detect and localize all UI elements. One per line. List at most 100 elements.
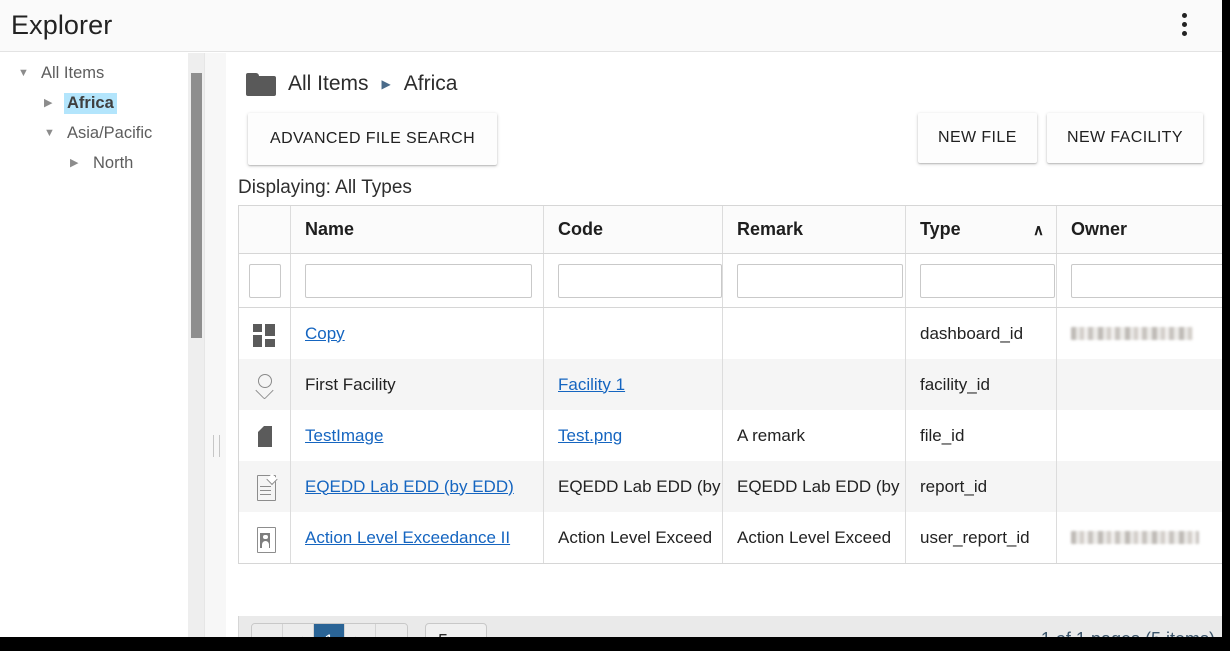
sidebar-tree-panel: ▼ All Items ▶ Africa ▼ Asia/Pacific ▶ No… — [0, 53, 188, 637]
name-link[interactable]: EQEDD Lab EDD (by EDD) — [305, 477, 514, 497]
breadcrumb-item-all-items[interactable]: All Items — [288, 72, 369, 96]
title-bar: Explorer — [0, 0, 1222, 52]
sort-ascending-icon[interactable]: ∧ — [1033, 221, 1044, 239]
filter-cell-owner — [1057, 254, 1222, 307]
cell-code: Test.png — [544, 410, 723, 461]
tree-item-africa[interactable]: ▶ Africa — [0, 88, 180, 118]
displaying-label: Displaying: All Types — [238, 177, 412, 198]
facility-pin-icon — [253, 372, 277, 398]
new-file-button[interactable]: NEW FILE — [918, 113, 1037, 163]
chevron-right-icon[interactable]: ▶ — [44, 97, 60, 109]
document-icon — [253, 473, 277, 501]
window-frame: Explorer ▼ All Items ▶ Africa ▼ Asia/Pac… — [0, 0, 1222, 637]
main-content: All Items ▶ Africa ADVANCED FILE SEARCH … — [226, 53, 1222, 637]
cell-type: user_report_id — [906, 512, 1057, 563]
cell-code: Action Level Exceed — [544, 512, 723, 563]
kebab-menu-icon[interactable] — [1172, 13, 1196, 39]
table-row[interactable]: Action Level Exceedance II Action Level … — [239, 512, 1222, 563]
tree-item-label: North — [93, 153, 134, 172]
name-link[interactable]: Copy — [305, 324, 345, 344]
name-filter-input[interactable] — [305, 263, 532, 298]
tree-item-north[interactable]: ▶ North — [0, 148, 180, 178]
cell-type: dashboard_id — [906, 308, 1057, 359]
column-header-remark[interactable]: Remark — [723, 206, 906, 253]
column-header-code[interactable]: Code — [544, 206, 723, 253]
pagination-bar: ⏮ ◀ 1 ▶ ⏭ 5 1 of 1 pages (5 items) — [238, 616, 1222, 637]
cell-type: file_id — [906, 410, 1057, 461]
filter-cell-remark — [723, 254, 906, 307]
cell-name: Copy — [291, 308, 544, 359]
code-link[interactable]: Test.png — [558, 426, 622, 446]
kebab-dot — [1181, 31, 1187, 36]
redacted-owner-value — [1071, 327, 1193, 340]
select-all-filter-input[interactable] — [248, 263, 281, 298]
cell-owner — [1057, 359, 1222, 410]
code-link[interactable]: Facility 1 — [558, 375, 625, 395]
next-page-button[interactable]: ▶ — [345, 624, 376, 637]
cell-name: EQEDD Lab EDD (by EDD) — [291, 461, 544, 512]
chevron-right-icon[interactable]: ▶ — [70, 157, 86, 169]
page-size-select[interactable]: 5 — [425, 623, 487, 637]
cell-remark — [723, 308, 906, 359]
tree-item-label: Africa — [64, 92, 117, 114]
cell-name: First Facility — [291, 359, 544, 410]
filter-cell-code — [544, 254, 723, 307]
first-page-button[interactable]: ⏮ — [252, 624, 283, 637]
chevron-down-icon[interactable]: ▼ — [44, 127, 60, 139]
breadcrumb: All Items ▶ Africa — [246, 67, 457, 101]
filter-cell-type — [906, 254, 1057, 307]
explorer-window: Explorer ▼ All Items ▶ Africa ▼ Asia/Pac… — [0, 0, 1230, 651]
advanced-file-search-button[interactable]: ADVANCED FILE SEARCH — [248, 113, 498, 165]
chevron-down-icon[interactable]: ▼ — [18, 67, 34, 79]
code-filter-input[interactable] — [558, 263, 722, 298]
name-link[interactable]: Action Level Exceedance II — [305, 528, 510, 548]
user-report-icon — [253, 525, 277, 553]
tree-item-asia-pacific[interactable]: ▼ Asia/Pacific — [0, 118, 180, 148]
owner-filter-input[interactable] — [1071, 263, 1222, 298]
cell-remark: EQEDD Lab EDD (by — [723, 461, 906, 512]
type-filter-input[interactable] — [920, 263, 1055, 298]
tree-item-all-items[interactable]: ▼ All Items — [0, 58, 180, 88]
column-header-type-label: Type — [920, 219, 961, 239]
cell-type: report_id — [906, 461, 1057, 512]
page-size-value: 5 — [438, 631, 448, 638]
column-header-name[interactable]: Name — [291, 206, 544, 253]
tree-item-label: Asia/Pacific — [67, 123, 153, 142]
last-page-button[interactable]: ⏭ — [376, 624, 407, 637]
sidebar-scrollbar-thumb[interactable] — [191, 73, 202, 338]
chevron-right-icon: ▶ — [381, 77, 391, 91]
page-number-button[interactable]: 1 — [314, 624, 345, 637]
cell-owner — [1057, 512, 1222, 563]
kebab-dot — [1181, 13, 1187, 18]
table-row[interactable]: EQEDD Lab EDD (by EDD) EQEDD Lab EDD (by… — [239, 461, 1222, 512]
panel-splitter[interactable] — [204, 53, 226, 637]
cell-owner — [1057, 461, 1222, 512]
splitter-grip-icon[interactable] — [213, 435, 220, 457]
page-title: Explorer — [11, 10, 113, 40]
name-link[interactable]: TestImage — [305, 426, 383, 446]
table-row[interactable]: Copy dashboard_id — [239, 308, 1222, 359]
grid-filter-row — [239, 254, 1222, 308]
tree-item-label: All Items — [41, 63, 105, 82]
kebab-dot — [1181, 22, 1187, 27]
new-facility-button[interactable]: NEW FACILITY — [1047, 113, 1203, 163]
table-row[interactable]: First Facility Facility 1 facility_id — [239, 359, 1222, 410]
column-header-owner[interactable]: Owner — [1057, 206, 1222, 253]
cell-code — [544, 308, 723, 359]
row-type-cell — [239, 512, 291, 563]
pagination-buttons: ⏮ ◀ 1 ▶ ⏭ — [251, 623, 408, 637]
row-type-cell — [239, 308, 291, 359]
remark-filter-input[interactable] — [737, 263, 903, 298]
previous-page-button[interactable]: ◀ — [283, 624, 314, 637]
cell-owner — [1057, 410, 1222, 461]
image-file-icon — [253, 423, 277, 449]
cell-remark — [723, 359, 906, 410]
table-row[interactable]: TestImage Test.png A remark file_id — [239, 410, 1222, 461]
column-header-type[interactable]: Type ∧ — [906, 206, 1057, 253]
cell-code: EQEDD Lab EDD (by — [544, 461, 723, 512]
redacted-owner-value — [1071, 531, 1199, 544]
cell-remark: A remark — [723, 410, 906, 461]
dashboard-icon — [252, 321, 277, 347]
row-type-cell — [239, 359, 291, 410]
breadcrumb-item-africa[interactable]: Africa — [404, 72, 458, 96]
